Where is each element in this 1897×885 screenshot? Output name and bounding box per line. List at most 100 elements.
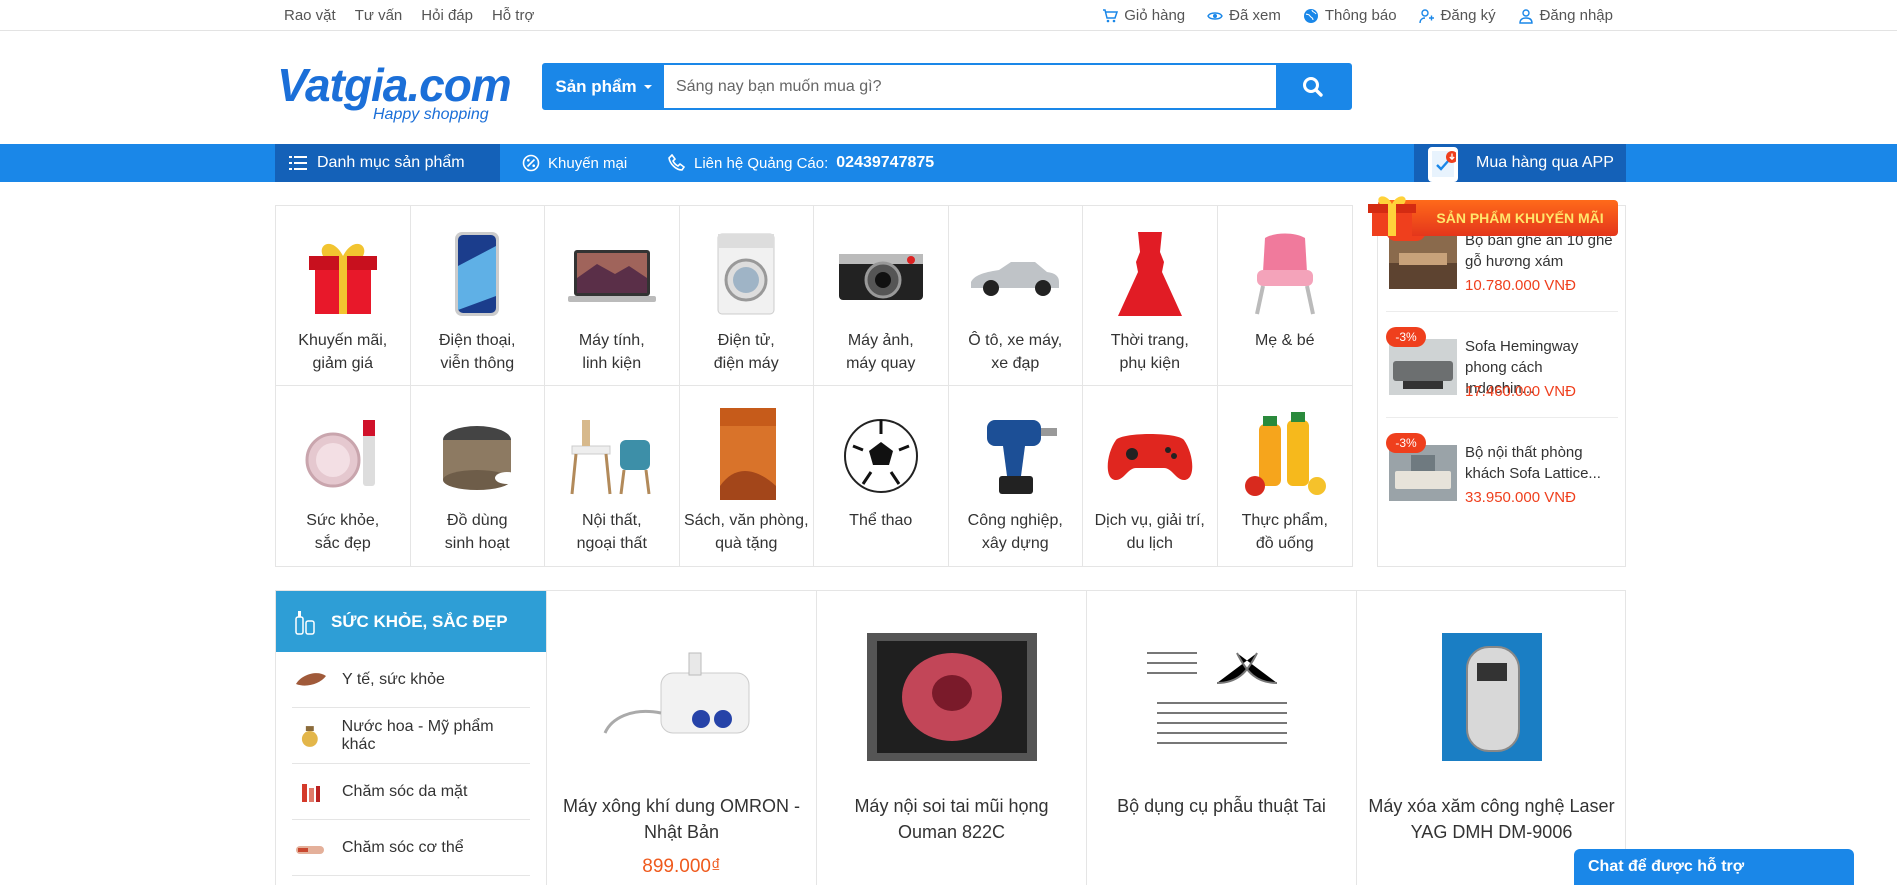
product-name[interactable]: Máy nội soi tai mũi họng Ouman 822C	[825, 793, 1078, 845]
category-industry[interactable]: Công nghiệp, xây dựng	[949, 386, 1083, 566]
category-promo[interactable]: Khuyến mãi, giảm giá	[276, 206, 411, 386]
smartphone-icon	[455, 232, 500, 316]
chat-support-button[interactable]: Chat để được hỗ trợ	[1574, 849, 1854, 885]
product-card[interactable]: Bộ dụng cụ phẫu thuật Tai	[1086, 591, 1356, 885]
promo-item-price: 10.780.000 VNĐ	[1465, 277, 1576, 294]
link-rao-vat[interactable]: Rao vặt	[284, 7, 336, 24]
discount-badge: -3%	[1386, 327, 1426, 347]
rice-cooker-icon	[443, 426, 520, 490]
category-label: Mẹ & bé	[1254, 332, 1315, 349]
category-label: Thực phẩm,	[1241, 512, 1328, 529]
category-books[interactable]: Sách, văn phòng, quà tặng	[680, 386, 814, 566]
dress-icon	[1117, 232, 1182, 316]
subcategory-label: Chăm sóc cơ thể	[342, 838, 464, 856]
category-services[interactable]: Dịch vụ, giải trí, du lịch	[1083, 386, 1218, 566]
notify-label: Thông báo	[1324, 7, 1397, 24]
logo-text: Vatgia.com	[277, 59, 512, 111]
category-computers[interactable]: Máy tính, linh kiện	[545, 206, 680, 386]
car-icon	[971, 262, 1060, 296]
cosmetic-bottle-icon	[295, 611, 315, 635]
promo-nav-link[interactable]: Khuyến mại	[522, 144, 627, 182]
category-label: điện máy	[713, 355, 779, 372]
category-phones[interactable]: Điện thoại, viễn thông	[410, 206, 545, 386]
list-icon	[289, 156, 307, 170]
product-name[interactable]: Máy xóa xăm công nghệ Laser YAG DMH DM-9…	[1365, 793, 1618, 845]
category-food[interactable]: Thực phẩm, đồ uống	[1218, 386, 1353, 566]
logo-tagline: Happy shopping	[373, 106, 489, 123]
subcategory-item[interactable]: Y tế, sức khỏe	[292, 652, 530, 708]
promo-item[interactable]: -3% Sofa Hemingway phong cách Indochin..…	[1386, 312, 1618, 418]
perfume-icon	[301, 725, 318, 747]
product-price: 899.000₫	[642, 856, 721, 877]
cart-icon	[1103, 8, 1119, 22]
category-cameras[interactable]: Máy ảnh, máy quay	[814, 206, 949, 386]
category-label: du lịch	[1126, 535, 1173, 552]
main-nav: Danh mục sản phẩm Khuyến mại Liên hệ Quả…	[0, 144, 1897, 182]
viewed-link[interactable]: Đã xem	[1207, 7, 1281, 24]
category-vehicles[interactable]: Ô tô, xe máy, xe đạp	[948, 206, 1083, 386]
notify-link[interactable]: Thông báo	[1303, 7, 1397, 24]
category-label: Điện tử,	[717, 332, 775, 349]
category-label: Điện thoại,	[439, 332, 516, 349]
link-ho-tro[interactable]: Hỗ trợ	[492, 7, 534, 24]
cosmetics-icon	[305, 420, 375, 488]
search-category-label: Sản phẩm	[555, 76, 637, 96]
mobile-phone-icon	[1428, 147, 1458, 182]
gift-box-icon	[1368, 196, 1416, 236]
product-card[interactable]: Máy nội soi tai mũi họng Ouman 822C	[816, 591, 1086, 885]
promo-item[interactable]: -3% Bộ nội thất phòng khách Sofa Lattice…	[1386, 418, 1618, 524]
search-button[interactable]	[1276, 65, 1350, 108]
account-links: Giỏ hàng Đã xem Thông báo Đăng ký Đăng n…	[1102, 7, 1613, 24]
category-menu-button[interactable]: Danh mục sản phẩm	[275, 144, 500, 182]
camera-icon	[838, 254, 923, 300]
category-mom-baby[interactable]: Mẹ & bé	[1217, 206, 1352, 386]
category-health-beauty[interactable]: Sức khỏe, sắc đẹp	[276, 386, 411, 566]
top-links: Rao vặt Tư vấn Hỏi đáp Hỗ trợ	[284, 7, 534, 24]
body-care-icon	[296, 845, 324, 854]
category-furniture[interactable]: Nội thất, ngoại thất	[545, 386, 680, 566]
app-download-button[interactable]: Mua hàng qua APP	[1414, 144, 1626, 182]
subcategory-item[interactable]: Chăm sóc cơ thể	[292, 820, 530, 876]
ad-contact: Liên hệ Quảng Cáo: 02439747875	[668, 144, 934, 182]
link-hoi-dap[interactable]: Hỏi đáp	[421, 7, 473, 24]
category-label: Thể thao	[849, 512, 913, 529]
subcategory-item[interactable]: Chăm sóc da mặt	[292, 764, 530, 820]
cart-link[interactable]: Giỏ hàng	[1102, 7, 1185, 24]
product-name[interactable]: Bộ dụng cụ phẫu thuật Tai	[1095, 793, 1348, 819]
product-card[interactable]: Máy xông khí dung OMRON - Nhật Bản 899.0…	[546, 591, 816, 885]
subcategory-label: Chăm sóc da mặt	[342, 782, 468, 800]
search-input[interactable]	[664, 65, 1276, 108]
product-image	[866, 633, 1037, 761]
furniture-icon	[570, 420, 651, 495]
register-label: Đăng ký	[1440, 7, 1496, 24]
category-label: Sách, văn phòng,	[683, 512, 809, 529]
category-label: quà tặng	[715, 535, 778, 552]
eye-icon	[1207, 11, 1223, 20]
discount-icon	[522, 154, 540, 172]
subcategory-label: Y tế, sức khỏe	[342, 670, 445, 688]
category-household[interactable]: Đồ dùng sinh hoạt	[411, 386, 545, 566]
ad-contact-phone: 02439747875	[836, 154, 935, 171]
promo-item-name[interactable]: Bộ nội thất phòng khách Sofa Lattice...	[1465, 442, 1615, 484]
register-link[interactable]: Đăng ký	[1418, 7, 1496, 24]
promo-sidebar: -2% Bộ bàn ghế ăn 10 ghế gỗ hương xám 10…	[1377, 205, 1626, 567]
category-sports[interactable]: Thể thao	[814, 386, 949, 566]
search-category-dropdown[interactable]: Sản phẩm	[544, 65, 664, 108]
product-name[interactable]: Máy xông khí dung OMRON - Nhật Bản	[555, 793, 808, 845]
product-card[interactable]: Máy xóa xăm công nghệ Laser YAG DMH DM-9…	[1356, 591, 1626, 885]
category-label: viễn thông	[440, 355, 515, 372]
category-label: Khuyến mãi,	[298, 332, 388, 349]
login-link[interactable]: Đăng nhập	[1518, 7, 1613, 24]
viewed-label: Đã xem	[1229, 7, 1281, 24]
category-label: đồ uống	[1255, 535, 1314, 552]
link-tu-van[interactable]: Tư vấn	[355, 7, 403, 24]
site-logo[interactable]: Vatgia.com Happy shopping	[277, 50, 512, 130]
health-beauty-section: SỨC KHỎE, SẮC ĐẸP Y tế, sức khỏe Nước ho…	[275, 590, 1626, 885]
category-label: xe đạp	[991, 355, 1040, 372]
section-header[interactable]: SỨC KHỎE, SẮC ĐẸP	[276, 591, 546, 652]
category-electronics[interactable]: Điện tử, điện máy	[679, 206, 814, 386]
washing-machine-icon	[717, 233, 775, 315]
category-fashion[interactable]: Thời trang, phụ kiện	[1083, 206, 1218, 386]
subcategory-item[interactable]: Nước hoa - Mỹ phẩm khác	[292, 708, 530, 764]
promo-item-price: 33.950.000 VNĐ	[1465, 489, 1576, 506]
